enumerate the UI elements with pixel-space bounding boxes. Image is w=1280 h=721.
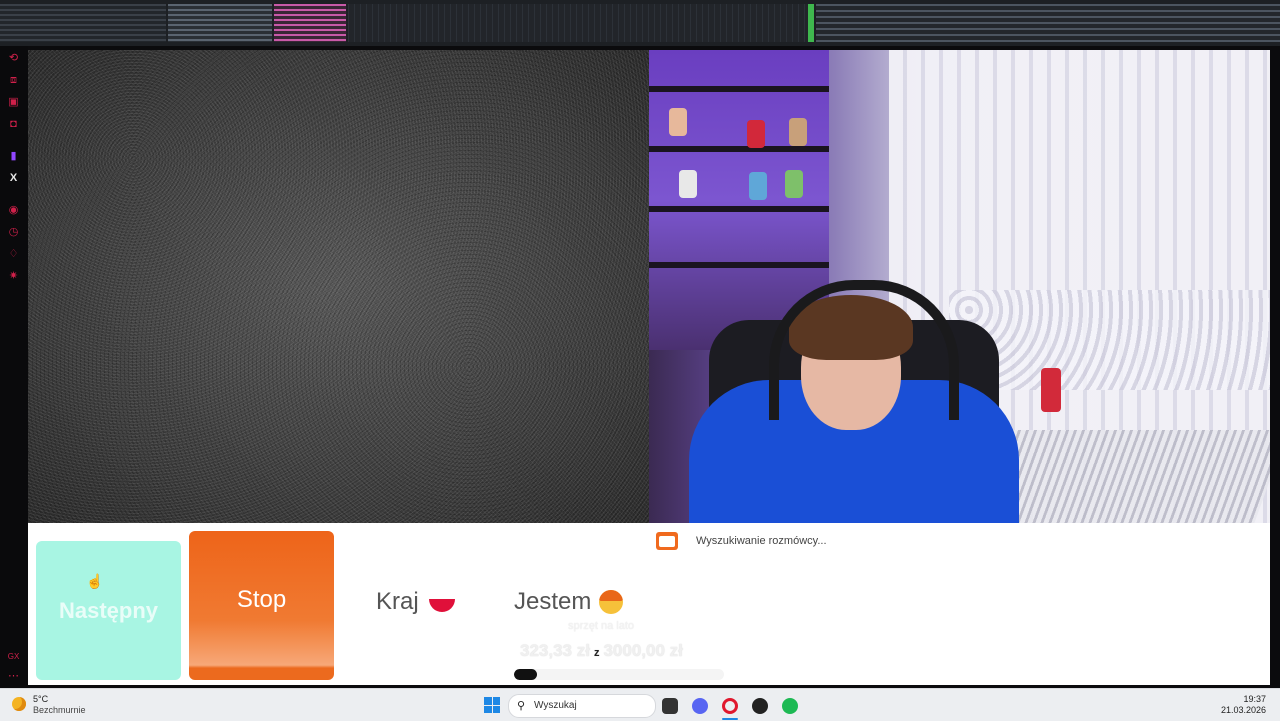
instagram-icon[interactable]: ◘: [7, 118, 20, 131]
headset: [769, 280, 959, 420]
boy-emoji-icon: [599, 590, 624, 614]
clock-date[interactable]: 21.03.2026: [1221, 705, 1266, 715]
opera-gx-icon[interactable]: [722, 698, 738, 714]
chat-controls-panel: Następny Stop Kraj Jestem Wyszukiwanie r…: [28, 523, 1270, 685]
clock-icon[interactable]: ◷: [7, 226, 20, 239]
goal-target: 3000,00 zł: [603, 641, 683, 660]
donation-progress-fill: [514, 669, 538, 680]
donation-goal-amount: 323,33 zł z 3000,00 zł: [520, 641, 683, 661]
self-webcam-video: [649, 50, 1270, 523]
stop-button-label: Stop: [236, 586, 287, 613]
history-icon[interactable]: ⟲: [7, 52, 20, 65]
searching-text: Wyszukiwanie rozmówcy...: [696, 535, 827, 547]
spotify-icon[interactable]: [782, 698, 798, 714]
bulb-icon[interactable]: ♢: [7, 248, 20, 261]
obs-icon[interactable]: [752, 698, 768, 714]
donation-goal-title: sprzęt na lato: [568, 620, 635, 632]
country-selector[interactable]: Kraj: [376, 587, 455, 617]
arrangement-area: [816, 4, 1280, 42]
search-status: Wyszukiwanie rozmówcy...: [656, 531, 827, 551]
search-icon: ⚲: [517, 700, 526, 712]
goal-separator: z: [593, 647, 600, 659]
gender-selector[interactable]: Jestem: [514, 587, 624, 617]
weather-description: Bezchmurnie: [33, 705, 86, 715]
background-app-strip: [0, 0, 1280, 46]
next-button-label: Następny: [58, 597, 159, 623]
goal-current: 323,33 zł: [520, 641, 590, 660]
hand-cursor-icon: ☝: [86, 573, 104, 589]
mixer-panel: [168, 4, 272, 42]
file-explorer-icon[interactable]: [662, 698, 678, 714]
messenger-icon[interactable]: ▣: [7, 96, 20, 109]
track-list: [0, 4, 166, 42]
donation-progress-bar: [514, 669, 724, 680]
taskbar-search-input[interactable]: ⚲ Wyszukaj: [508, 694, 656, 718]
next-button[interactable]: Następny: [36, 541, 181, 680]
weather-temperature: 5°C: [33, 694, 49, 704]
stranger-video-static: [28, 50, 649, 523]
playhead-marker: [808, 4, 814, 42]
taskbar: 5°C Bezchmurnie ⚲ Wyszukaj 19:37 21.03.2…: [0, 688, 1280, 721]
more-icon[interactable]: ⋯: [7, 670, 20, 683]
ome-tv-logo-icon: [656, 532, 678, 550]
clock-time[interactable]: 19:37: [1243, 694, 1266, 704]
settings-icon[interactable]: ✷: [7, 270, 20, 283]
weather-moon-icon[interactable]: [12, 697, 26, 711]
pattern-clip: [274, 4, 346, 42]
discord-icon[interactable]: [692, 698, 708, 714]
search-placeholder: Wyszukaj: [534, 700, 577, 711]
gx-icon[interactable]: GX: [7, 650, 20, 663]
windows-start-icon[interactable]: [484, 697, 500, 713]
twitch-icon[interactable]: ▮: [7, 150, 20, 163]
drink-can: [1041, 368, 1061, 412]
stop-button[interactable]: Stop: [189, 531, 334, 680]
country-label: Kraj: [376, 588, 419, 615]
player-icon[interactable]: ◉: [7, 204, 20, 217]
playlist-area: [348, 4, 808, 42]
browser-sidebar: ⟲ ⧈ ▣ ◘ ▮ X ◉ ◷ ♢ ✷ GX ⋯: [0, 46, 28, 690]
poland-flag-icon: [428, 598, 455, 612]
bag-icon[interactable]: ⧈: [7, 74, 20, 87]
x-icon[interactable]: X: [7, 172, 20, 185]
gender-label: Jestem: [514, 588, 592, 615]
